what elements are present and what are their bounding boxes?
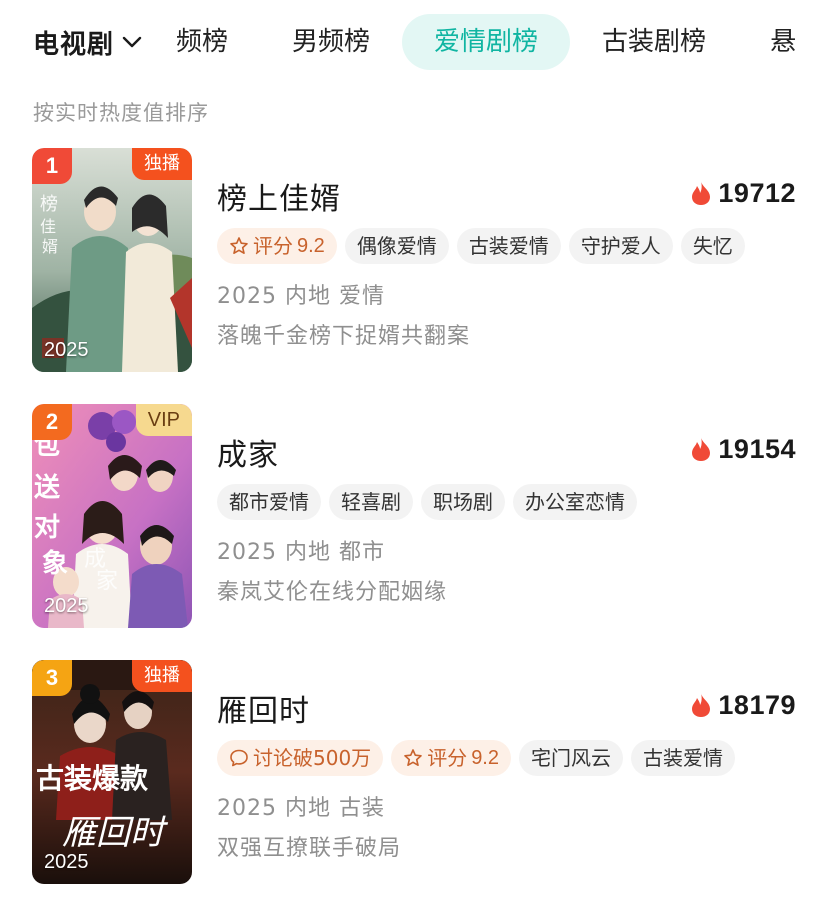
rank-badge: 3: [32, 660, 72, 696]
ranking-tabs: 频榜 男频榜 爱情剧榜 古装剧榜 悬: [176, 14, 798, 70]
exclusive-badge: 独播: [132, 148, 192, 180]
heat-value: 19712: [718, 177, 796, 208]
tab-suspense-rank[interactable]: 悬: [738, 14, 798, 70]
svg-text:象: 象: [42, 548, 68, 579]
genre-tag[interactable]: 宅门风云: [519, 740, 623, 776]
genre-tag[interactable]: 都市爱情: [217, 484, 321, 520]
rank-badge: 2: [32, 404, 72, 440]
genre-tag[interactable]: 古装爱情: [631, 740, 735, 776]
svg-text:家: 家: [96, 569, 118, 594]
heat-value: 18179: [718, 689, 796, 720]
star-icon: [230, 237, 248, 254]
list-item[interactable]: 包 送 对 象 成 家 2 VIP 2025 成家 19154 都市爱情 轻喜剧…: [32, 404, 796, 628]
star-icon: [404, 749, 422, 766]
exclusive-badge: 独播: [132, 660, 192, 692]
svg-text:榜: 榜: [40, 194, 58, 215]
drama-title[interactable]: 成家: [217, 430, 279, 474]
tab-costume-rank[interactable]: 古装剧榜: [570, 14, 738, 70]
rating-tag: 评分 9.2: [217, 228, 337, 264]
drama-description: 落魄千金榜下捉婿共翻案: [217, 324, 471, 349]
discussion-label: 讨论破500万: [253, 746, 372, 770]
chevron-down-icon: [122, 36, 142, 48]
discussion-tag: 讨论破500万: [217, 740, 384, 776]
svg-text:雁回时: 雁回时: [62, 813, 169, 853]
poster-year: 2025: [44, 595, 89, 617]
list-item[interactable]: 古装爆款 雁回时 3 独播 2025 雁回时 18179 讨论破500万 评分 …: [32, 660, 796, 884]
genre-tag[interactable]: 偶像爱情: [344, 228, 449, 264]
rating-tag: 评分 9.2: [391, 740, 511, 776]
heat-score: 18179: [690, 688, 796, 722]
poster-image[interactable]: 包 送 对 象 成 家 2 VIP 2025: [32, 404, 192, 628]
tab-male-rank[interactable]: 男频榜: [260, 14, 402, 70]
rating-value: 9.2: [297, 235, 325, 257]
sort-hint: 按实时热度值排序: [33, 101, 209, 125]
rating-value: 9.2: [471, 747, 499, 769]
genre-tag[interactable]: 古装爱情: [456, 228, 561, 264]
rank-badge: 1: [32, 148, 72, 184]
drama-meta: 2025 内地 都市: [217, 540, 385, 565]
drama-title[interactable]: 雁回时: [217, 686, 310, 730]
tag-list: 评分 9.2 偶像爱情 古装爱情 守护爱人 失忆: [217, 228, 753, 264]
tab-romance-rank[interactable]: 爱情剧榜: [402, 14, 571, 70]
drama-description: 双强互撩联手破局: [217, 836, 402, 861]
vip-badge: VIP: [135, 404, 192, 436]
drama-meta: 2025 内地 爱情: [217, 284, 385, 309]
genre-tag[interactable]: 职场剧: [421, 484, 505, 520]
drama-description: 秦岚艾伦在线分配姻缘: [217, 580, 448, 605]
svg-text:古装爆款: 古装爆款: [36, 762, 149, 795]
genre-tag[interactable]: 轻喜剧: [329, 484, 413, 520]
flame-icon: [692, 181, 711, 205]
tag-list: 都市爱情 轻喜剧 职场剧 办公室恋情: [217, 484, 645, 520]
svg-text:婿: 婿: [42, 237, 58, 256]
genre-tag[interactable]: 失忆: [680, 228, 745, 264]
svg-text:对: 对: [34, 513, 60, 543]
category-label: 电视剧: [33, 29, 115, 60]
rating-label: 评分: [427, 746, 468, 770]
svg-text:佳: 佳: [40, 217, 56, 236]
tab-female-rank[interactable]: 频榜: [176, 14, 260, 70]
comment-icon: [230, 749, 248, 767]
flame-icon: [692, 693, 711, 717]
poster-image[interactable]: 榜 佳 婿 1 独播 2025: [32, 148, 192, 372]
category-dropdown[interactable]: 电视剧: [33, 24, 142, 60]
heat-score: 19712: [690, 176, 796, 210]
genre-tag[interactable]: 办公室恋情: [513, 484, 637, 520]
list-item[interactable]: 榜 佳 婿 1 独播 2025 榜上佳婿 19712 评分 9.2 偶像爱情 古…: [32, 148, 796, 372]
genre-tag[interactable]: 守护爱人: [568, 228, 673, 264]
tag-list: 讨论破500万 评分 9.2 宅门风云 古装爱情: [217, 740, 743, 776]
poster-image[interactable]: 古装爆款 雁回时 3 独播 2025: [32, 660, 192, 884]
poster-year: 2025: [44, 851, 89, 873]
svg-text:送: 送: [34, 473, 60, 503]
rating-label: 评分: [253, 234, 293, 258]
heat-score: 19154: [690, 432, 796, 466]
heat-value: 19154: [718, 433, 796, 464]
flame-icon: [692, 437, 711, 461]
drama-meta: 2025 内地 古装: [217, 796, 385, 821]
top-tab-bar: 电视剧 频榜 男频榜 爱情剧榜 古装剧榜 悬: [0, 0, 828, 84]
drama-title[interactable]: 榜上佳婿: [217, 174, 341, 218]
poster-year: 2025: [44, 339, 89, 361]
